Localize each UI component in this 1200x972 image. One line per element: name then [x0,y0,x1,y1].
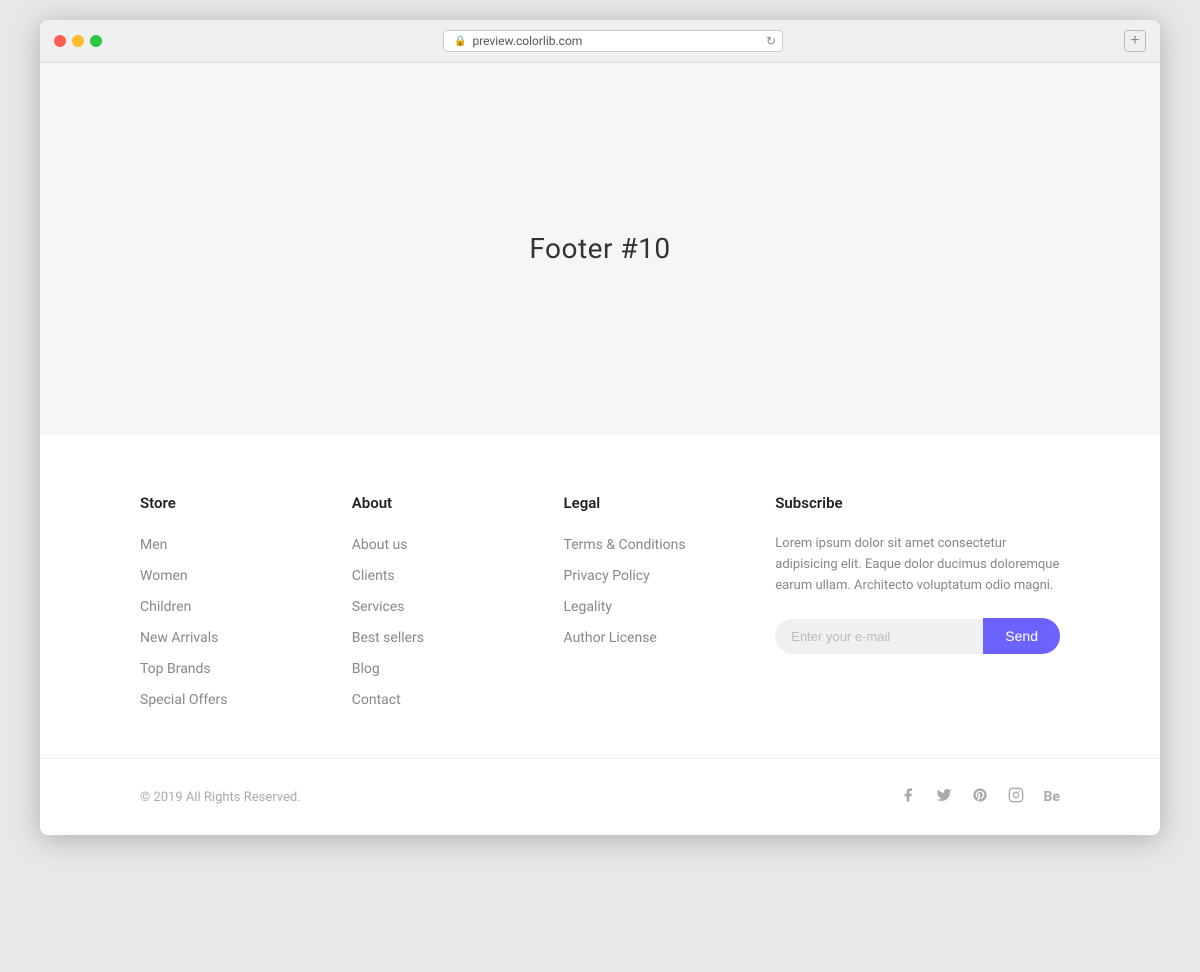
url-bar[interactable]: 🔒 preview.colorlib.com ↻ [443,30,783,52]
about-heading: About [352,494,524,512]
maximize-button[interactable] [90,35,102,47]
footer-main: Store Men Women Children New Arrivals To… [40,434,1160,758]
list-item: Services [352,596,524,615]
store-link-men[interactable]: Men [140,537,167,553]
list-item: Legality [564,596,736,615]
list-item: Women [140,565,312,584]
list-item: Children [140,596,312,615]
about-link-contact[interactable]: Contact [352,692,401,708]
copyright-text: © 2019 All Rights Reserved. [140,790,301,805]
store-link-women[interactable]: Women [140,568,188,584]
facebook-icon[interactable] [900,787,916,807]
store-link-special-offers[interactable]: Special Offers [140,692,227,708]
list-item: Author License [564,627,736,646]
pinterest-icon[interactable] [972,787,988,807]
legal-link-terms[interactable]: Terms & Conditions [564,537,686,553]
legal-link-legality[interactable]: Legality [564,599,612,615]
send-button[interactable]: Send [983,618,1060,654]
page-title: Footer #10 [529,232,670,265]
page-body: Footer #10 [40,63,1160,433]
instagram-icon[interactable] [1008,787,1024,807]
subscribe-heading: Subscribe [775,494,1060,512]
social-icons: Be [900,787,1061,807]
about-link-about-us[interactable]: About us [352,537,408,553]
reload-icon[interactable]: ↻ [766,34,776,48]
list-item: Privacy Policy [564,565,736,584]
store-link-new-arrivals[interactable]: New Arrivals [140,630,218,646]
new-tab-button[interactable]: + [1124,30,1146,52]
address-bar: 🔒 preview.colorlib.com ↻ [112,30,1114,52]
list-item: Contact [352,689,524,708]
list-item: Clients [352,565,524,584]
store-link-children[interactable]: Children [140,599,191,615]
legal-link-privacy[interactable]: Privacy Policy [564,568,650,584]
legal-link-author-license[interactable]: Author License [564,630,657,646]
legal-links: Terms & Conditions Privacy Policy Legali… [564,534,736,646]
about-link-services[interactable]: Services [352,599,405,615]
subscribe-form: Send [775,618,1060,654]
list-item: Terms & Conditions [564,534,736,553]
list-item: Blog [352,658,524,677]
footer-col-about: About About us Clients Services Best sel… [352,494,524,708]
browser-chrome: 🔒 preview.colorlib.com ↻ + [40,20,1160,63]
close-button[interactable] [54,35,66,47]
store-links: Men Women Children New Arrivals Top Bran… [140,534,312,708]
minimize-button[interactable] [72,35,84,47]
browser-window: 🔒 preview.colorlib.com ↻ + Footer #10 St… [40,20,1160,835]
twitter-icon[interactable] [936,787,952,807]
about-link-clients[interactable]: Clients [352,568,395,584]
about-link-blog[interactable]: Blog [352,661,380,677]
footer-col-store: Store Men Women Children New Arrivals To… [140,494,312,708]
about-links: About us Clients Services Best sellers B… [352,534,524,708]
behance-icon[interactable]: Be [1044,789,1061,805]
store-heading: Store [140,494,312,512]
footer-col-legal: Legal Terms & Conditions Privacy Policy … [564,494,736,708]
list-item: Top Brands [140,658,312,677]
legal-heading: Legal [564,494,736,512]
store-link-top-brands[interactable]: Top Brands [140,661,211,677]
footer-col-subscribe: Subscribe Lorem ipsum dolor sit amet con… [775,494,1060,708]
list-item: Best sellers [352,627,524,646]
about-link-best-sellers[interactable]: Best sellers [352,630,424,646]
url-text: preview.colorlib.com [472,34,582,48]
list-item: New Arrivals [140,627,312,646]
lock-icon: 🔒 [454,36,466,47]
footer-bottom: © 2019 All Rights Reserved. [40,758,1160,835]
list-item: Special Offers [140,689,312,708]
traffic-lights [54,35,102,47]
email-input[interactable] [775,619,983,654]
subscribe-description: Lorem ipsum dolor sit amet consectetur a… [775,534,1060,596]
list-item: Men [140,534,312,553]
footer: Store Men Women Children New Arrivals To… [40,433,1160,835]
list-item: About us [352,534,524,553]
